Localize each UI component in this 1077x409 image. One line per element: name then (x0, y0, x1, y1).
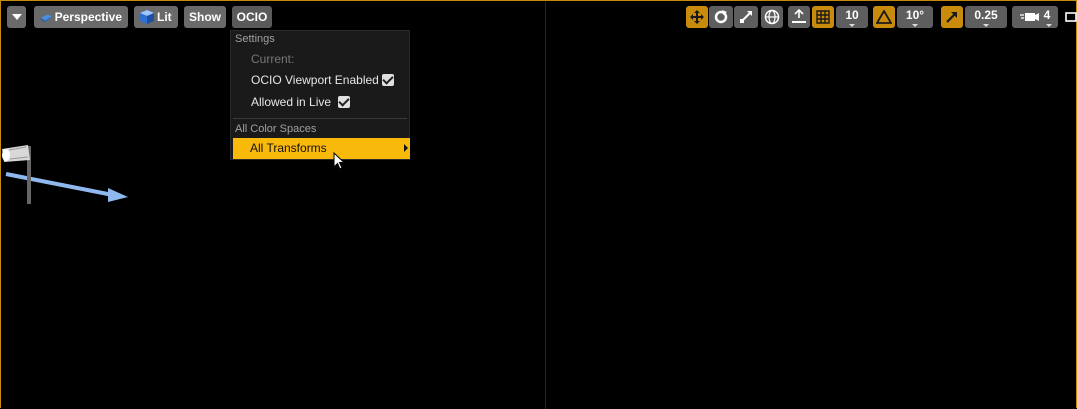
scale-snap-value-dropdown[interactable]: 0.25 (965, 6, 1007, 28)
caret-down-icon (849, 24, 855, 27)
angle-icon (876, 10, 892, 24)
surface-snap-icon (792, 9, 806, 23)
settings-header: Settings (235, 33, 275, 45)
rotation-snap-value: 10° (905, 8, 925, 22)
camera-speed-button[interactable]: 4 (1012, 6, 1058, 28)
globe-icon (764, 9, 780, 25)
rotation-snap-value-dropdown[interactable]: 10° (897, 6, 933, 28)
grid-icon (816, 10, 830, 24)
ocio-button[interactable]: OCIO (232, 6, 272, 28)
translate-mode-button[interactable] (686, 6, 708, 28)
grid-snap-toggle[interactable] (812, 6, 834, 28)
scale-snap-icon (946, 12, 957, 23)
scale-snap-value: 0.25 (974, 8, 998, 22)
camera-speed-icon (1019, 13, 1039, 21)
ocio-viewport-enabled-checkbox[interactable] (382, 74, 394, 86)
surface-snapping-button[interactable] (788, 6, 810, 28)
camera-speed-value: 4 (1043, 8, 1051, 22)
caret-down-icon (1046, 24, 1052, 27)
perspective-cube-icon (40, 14, 52, 23)
scale-icon (740, 11, 752, 23)
all-color-spaces-header: All Color Spaces (235, 123, 317, 135)
world-local-toggle[interactable] (761, 6, 783, 28)
all-transforms-label: All Transforms (250, 141, 327, 155)
mouse-cursor-icon (333, 152, 346, 170)
viewport-divider (545, 2, 546, 409)
show-label: Show (189, 10, 221, 24)
maximize-viewport-button[interactable] (1064, 6, 1077, 28)
ocio-dropdown-menu: Settings Current: OCIO Viewport Enabled … (230, 30, 410, 160)
directional-light-actor[interactable] (0, 140, 140, 210)
menu-separator (233, 118, 407, 119)
scale-snap-toggle[interactable] (941, 6, 963, 28)
rotation-snap-toggle[interactable] (873, 6, 895, 28)
viewport-border (0, 0, 1077, 408)
all-transforms-item[interactable]: All Transforms (233, 138, 410, 159)
grid-snap-value: 10 (845, 8, 859, 22)
caret-down-icon (983, 24, 989, 27)
caret-down-icon (912, 24, 918, 27)
rotate-mode-button[interactable] (709, 6, 733, 28)
scale-mode-button[interactable] (734, 6, 758, 28)
show-button[interactable]: Show (184, 6, 226, 28)
grid-snap-value-dropdown[interactable]: 10 (836, 6, 868, 28)
perspective-label: Perspective (54, 10, 122, 24)
ocio-label: OCIO (236, 10, 268, 24)
perspective-button[interactable]: Perspective (34, 6, 128, 28)
current-label: Current: (251, 52, 295, 66)
allowed-in-live-checkbox[interactable] (338, 96, 350, 108)
ocio-viewport-enabled-item[interactable]: OCIO Viewport Enabled (251, 73, 379, 87)
submenu-arrow-icon (404, 144, 408, 152)
translate-icon (690, 10, 704, 24)
viewport-options-button[interactable] (7, 6, 26, 28)
chevron-down-icon (11, 14, 22, 20)
lit-label: Lit (157, 10, 172, 24)
lit-button[interactable]: Lit (134, 6, 178, 28)
lit-cube-icon (140, 10, 154, 24)
maximize-icon (1065, 12, 1077, 22)
allowed-in-live-item[interactable]: Allowed in Live (251, 95, 331, 109)
rotate-icon (714, 10, 728, 24)
